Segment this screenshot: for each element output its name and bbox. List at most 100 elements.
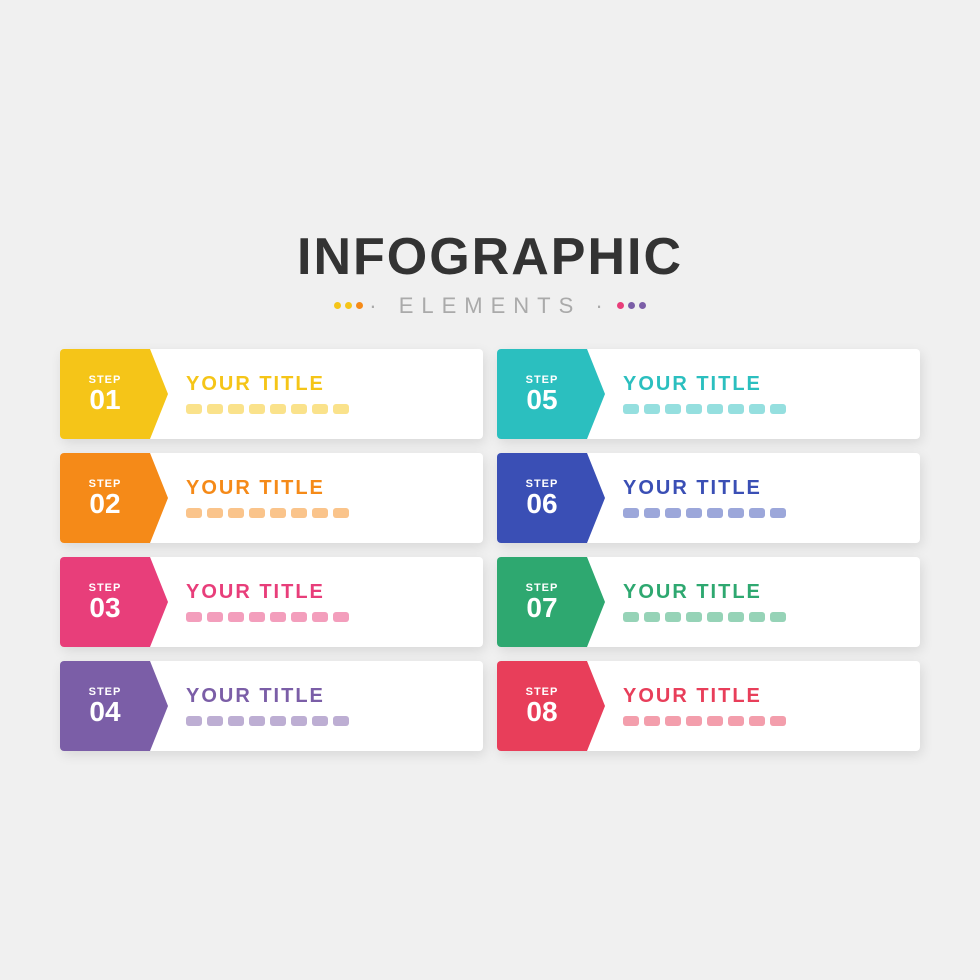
dot-4 [249,716,265,726]
dot-8 [770,404,786,414]
step-content-06: YOUR TITLE [587,453,920,543]
dot-6 [728,404,744,414]
step-card-01: STEP 01 YOUR TITLE [60,349,483,439]
step-badge-07: STEP 07 [497,557,587,647]
dot-4 [249,508,265,518]
step-number-04: 04 [89,698,120,726]
dot-8 [333,508,349,518]
step-number-01: 01 [89,386,120,414]
subtitle-text: · ELEMENTS · [369,293,610,319]
dot-2 [644,508,660,518]
dot-3 [665,508,681,518]
step-dots-05 [623,404,920,414]
dot-group-right [617,302,646,309]
dot-5 [707,716,723,726]
dot-7 [312,508,328,518]
main-title: INFOGRAPHIC [297,229,683,286]
dot-1 [186,404,202,414]
dot-6 [291,508,307,518]
step-content-05: YOUR TITLE [587,349,920,439]
dot-6 [291,612,307,622]
step-title-08: YOUR TITLE [623,685,920,708]
dot-4 [686,716,702,726]
dot-yellow-1 [334,302,341,309]
step-card-06: STEP 06 YOUR TITLE [497,453,920,543]
dot-7 [312,612,328,622]
dot-pink-1 [617,302,624,309]
step-card-02: STEP 02 YOUR TITLE [60,453,483,543]
step-title-07: YOUR TITLE [623,581,920,604]
step-content-07: YOUR TITLE [587,557,920,647]
dot-1 [186,716,202,726]
dot-6 [291,716,307,726]
dot-3 [665,612,681,622]
dot-2 [644,716,660,726]
dot-2 [207,508,223,518]
dot-purple-1 [628,302,635,309]
step-dots-04 [186,716,483,726]
step-number-02: 02 [89,490,120,518]
dot-5 [270,716,286,726]
dot-6 [291,404,307,414]
dot-2 [207,716,223,726]
dot-1 [623,716,639,726]
dot-1 [186,508,202,518]
step-number-07: 07 [526,594,557,622]
step-number-05: 05 [526,386,557,414]
step-dots-03 [186,612,483,622]
dot-7 [749,612,765,622]
step-content-03: YOUR TITLE [150,557,483,647]
dot-5 [270,612,286,622]
steps-grid: STEP 01 YOUR TITLE STEP [60,349,920,751]
dot-7 [749,508,765,518]
step-title-02: YOUR TITLE [186,477,483,500]
dot-1 [623,404,639,414]
step-title-06: YOUR TITLE [623,477,920,500]
step-badge-06: STEP 06 [497,453,587,543]
dot-2 [644,404,660,414]
dot-5 [707,404,723,414]
step-badge-08: STEP 08 [497,661,587,751]
step-badge-03: STEP 03 [60,557,150,647]
dot-6 [728,716,744,726]
step-dots-08 [623,716,920,726]
step-badge-05: STEP 05 [497,349,587,439]
dot-yellow-2 [345,302,352,309]
step-card-03: STEP 03 YOUR TITLE [60,557,483,647]
dot-8 [770,612,786,622]
step-number-03: 03 [89,594,120,622]
step-card-04: STEP 04 YOUR TITLE [60,661,483,751]
dot-6 [728,508,744,518]
dot-4 [686,612,702,622]
dot-4 [249,404,265,414]
dot-3 [228,716,244,726]
step-title-01: YOUR TITLE [186,373,483,396]
step-content-02: YOUR TITLE [150,453,483,543]
step-card-05: STEP 05 YOUR TITLE [497,349,920,439]
dot-purple-2 [639,302,646,309]
step-title-05: YOUR TITLE [623,373,920,396]
dot-2 [207,612,223,622]
dot-3 [665,716,681,726]
header: INFOGRAPHIC · ELEMENTS · [297,229,683,318]
step-number-06: 06 [526,490,557,518]
dot-3 [228,612,244,622]
dot-3 [228,508,244,518]
step-content-04: YOUR TITLE [150,661,483,751]
dot-4 [686,508,702,518]
step-content-08: YOUR TITLE [587,661,920,751]
dot-7 [312,716,328,726]
step-dots-07 [623,612,920,622]
step-title-03: YOUR TITLE [186,581,483,604]
dot-2 [207,404,223,414]
dot-8 [333,612,349,622]
step-dots-02 [186,508,483,518]
dot-7 [749,404,765,414]
dot-8 [333,404,349,414]
dot-4 [249,612,265,622]
dot-1 [623,612,639,622]
dot-5 [707,508,723,518]
step-title-04: YOUR TITLE [186,685,483,708]
dot-5 [270,404,286,414]
dot-3 [228,404,244,414]
